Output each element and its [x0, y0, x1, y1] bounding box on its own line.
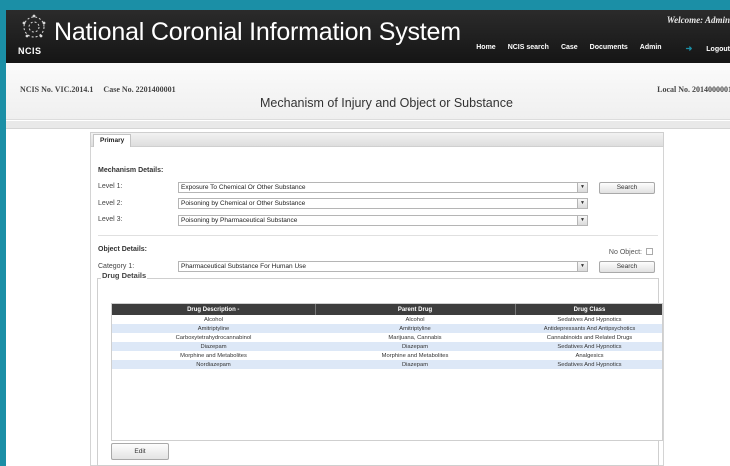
- chevron-down-icon: ▼: [577, 262, 587, 271]
- parent-drug-cell: Alcohol: [405, 316, 425, 323]
- chevron-down-icon: ▼: [577, 216, 587, 225]
- no-object-label: No Object:: [608, 249, 642, 256]
- tab-bar: Primary: [90, 132, 664, 147]
- level-1-label: Level 1:: [98, 183, 123, 190]
- drug-class-cell: Sedatives And Hypnotics: [515, 360, 662, 369]
- level-1-select[interactable]: Exposure To Chemical Or Other Substance …: [178, 182, 588, 193]
- app-window: NCIS National Coronial Information Syste…: [6, 10, 730, 466]
- ncis-number: NCIS No. VIC.2014.1: [20, 85, 94, 94]
- category-1-select[interactable]: Pharmaceutical Substance For Human Use ▼: [178, 261, 588, 272]
- object-title: Object Details:: [98, 246, 148, 253]
- table-row[interactable]: Nordiazepam Diazepam Sedatives And Hypno…: [112, 360, 662, 369]
- logout-label: Logout: [706, 46, 730, 53]
- table-row[interactable]: Morphine and Metabolites Morphine and Me…: [112, 351, 662, 360]
- column-header-drug-class[interactable]: Drug Class: [515, 304, 662, 315]
- no-object-checkbox[interactable]: [646, 248, 653, 255]
- column-header-parent-drug[interactable]: Parent Drug: [315, 304, 516, 315]
- category-1-label: Category 1:: [98, 263, 135, 270]
- level-3-select[interactable]: Poisoning by Pharmaceutical Substance ▼: [178, 215, 588, 226]
- local-number: Local No. 2014000001: [657, 85, 730, 94]
- case-number: Case No. 2201400001: [103, 85, 176, 94]
- ncis-logo-icon: [22, 14, 46, 38]
- drug-table: Drug Description - Parent Drug Drug Clas…: [111, 303, 663, 441]
- level-2-value: Poisoning by Chemical or Other Substance: [181, 200, 306, 207]
- nav-ncis-search[interactable]: NCIS search: [508, 44, 549, 53]
- nav-admin[interactable]: Admin: [640, 44, 662, 53]
- level-2-label: Level 2:: [98, 200, 123, 207]
- nav-documents[interactable]: Documents: [590, 44, 628, 53]
- case-header: NCIS No. VIC.2014.1 Case No. 2201400001 M…: [6, 63, 730, 120]
- primary-panel: Mechanism Details: Level 1: Exposure To …: [90, 147, 664, 466]
- drug-description-cell: Carboxytetrahydrocannabinol: [175, 334, 252, 341]
- table-row[interactable]: Diazepam Diazepam Sedatives And Hypnotic…: [112, 342, 662, 351]
- level-3-value: Poisoning by Pharmaceutical Substance: [181, 217, 298, 224]
- drug-class-cell: Sedatives And Hypnotics: [557, 316, 622, 323]
- chevron-down-icon: ▼: [577, 183, 587, 192]
- level-3-label: Level 3:: [98, 216, 123, 223]
- level-2-select[interactable]: Poisoning by Chemical or Other Substance…: [178, 198, 588, 209]
- mechanism-search-button[interactable]: Search: [599, 182, 655, 194]
- parent-drug-cell: Diazepam: [315, 342, 515, 351]
- drug-class-cell: Cannabinoids and Related Drugs: [546, 334, 633, 341]
- nav-case[interactable]: Case: [561, 44, 578, 53]
- mechanism-title: Mechanism Details:: [98, 167, 164, 174]
- level-1-value: Exposure To Chemical Or Other Substance: [181, 184, 306, 191]
- parent-drug-cell: Diazepam: [315, 360, 515, 369]
- table-header-row: Drug Description - Parent Drug Drug Clas…: [112, 304, 662, 315]
- tab-primary[interactable]: Primary: [93, 134, 132, 147]
- parent-drug-cell: Marijuana, Cannabis: [388, 334, 442, 341]
- chevron-down-icon: ▼: [577, 199, 587, 208]
- drug-class-cell: Analgesics: [575, 352, 604, 359]
- ncis-abbr: NCIS: [18, 46, 42, 56]
- table-row[interactable]: Alcohol Alcohol Sedatives And Hypnotics: [112, 315, 662, 324]
- drug-description-cell: Morphine and Metabolites: [180, 352, 247, 359]
- drug-description-cell: Nordiazepam: [112, 360, 315, 369]
- page-title: Mechanism of Injury and Object or Substa…: [260, 96, 513, 110]
- parent-drug-cell: Morphine and Metabolites: [381, 352, 449, 359]
- app-title: National Coronial Information System: [54, 18, 461, 46]
- drug-class-cell: Antidepressants And Antipsychotics: [515, 324, 662, 333]
- object-search-button[interactable]: Search: [599, 261, 655, 273]
- divider-strip: [6, 121, 730, 129]
- no-object-toggle[interactable]: No Object:: [609, 248, 653, 256]
- section-divider: [98, 235, 658, 236]
- top-bar: NCIS National Coronial Information Syste…: [6, 10, 730, 63]
- drug-class-cell: Sedatives And Hypnotics: [515, 342, 662, 351]
- logout-arrow-icon: ➜: [685, 44, 693, 53]
- table-row[interactable]: Amitriptyline Amitriptyline Antidepressa…: [112, 324, 662, 333]
- edit-button[interactable]: Edit: [111, 443, 169, 460]
- drug-details-legend: Drug Details: [101, 271, 148, 280]
- column-header-drug-description[interactable]: Drug Description -: [112, 304, 316, 315]
- drug-description-cell: Alcohol: [203, 316, 223, 323]
- parent-drug-cell: Amitriptyline: [315, 324, 515, 333]
- category-1-value: Pharmaceutical Substance For Human Use: [181, 263, 307, 270]
- welcome-text: Welcome: Admin: [666, 15, 730, 25]
- drug-description-cell: Diazepam: [112, 342, 315, 351]
- logout-link[interactable]: ➜ Logout: [674, 44, 730, 53]
- drug-description-cell: Amitriptyline: [112, 324, 315, 333]
- case-identifiers: NCIS No. VIC.2014.1 Case No. 2201400001: [20, 85, 186, 94]
- table-row[interactable]: Carboxytetrahydrocannabinol Marijuana, C…: [112, 333, 662, 342]
- main-nav: Home NCIS search Case Documents Admin ➜ L…: [464, 44, 730, 53]
- nav-home[interactable]: Home: [476, 44, 495, 53]
